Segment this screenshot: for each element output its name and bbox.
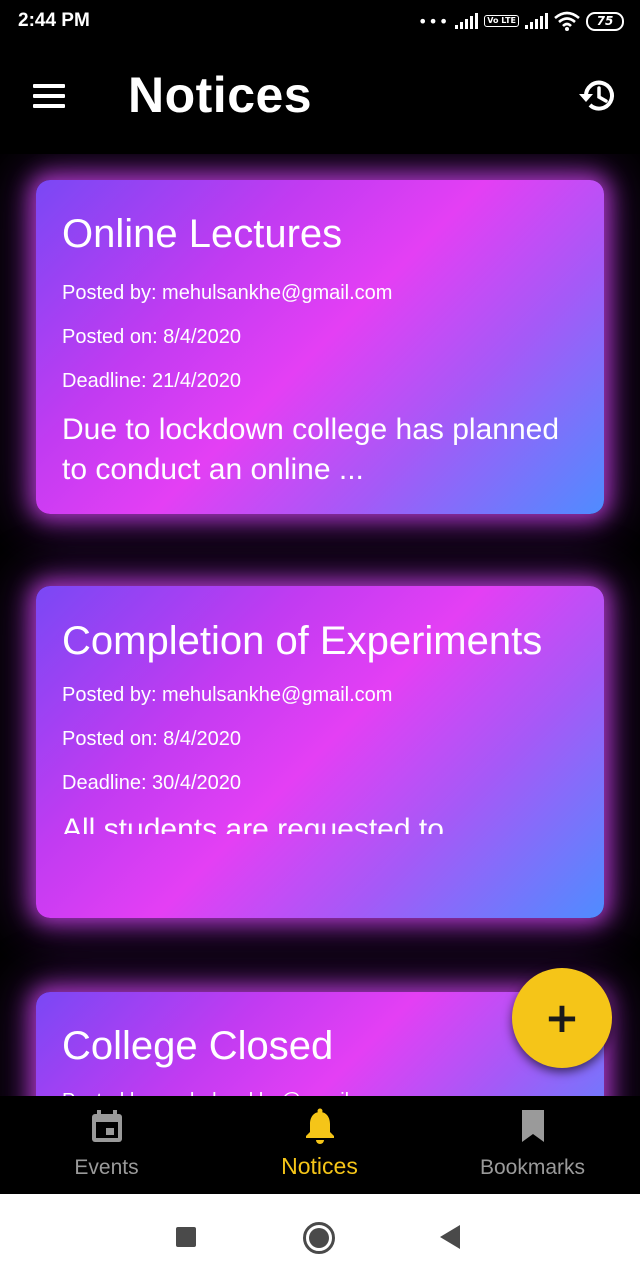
notice-description: All students are requested to [62,813,444,834]
bookmark-icon [521,1110,544,1142]
status-icons: ••• Vo LTE 75 [418,11,624,31]
circle-home-icon[interactable] [302,1221,336,1255]
status-bar: 2:44 PM ••• Vo LTE 75 [0,0,640,44]
notification-dots: ••• [417,11,450,31]
nav-item-notices[interactable]: Notices [213,1096,426,1194]
nav-item-events[interactable]: Events [0,1096,213,1194]
notice-deadline: Deadline: 21/4/2020 [62,370,242,392]
wifi-icon [554,11,580,31]
notice-posted-on: Posted on: 8/4/2020 [62,326,242,348]
bell-icon [305,1108,334,1144]
notice-deadline: Deadline: 30/4/2020 [62,772,242,794]
add-icon: + [544,993,580,1042]
square-recents-icon[interactable] [175,1226,197,1248]
notice-description: Due to lockdown college has planned to c… [62,413,560,486]
history-icon[interactable] [578,76,618,116]
notices-list[interactable]: Online Lectures Posted by: mehulsankhe@g… [0,154,640,1096]
battery-icon: 75 [586,11,624,31]
notice-posted-by: Posted by: mehulsankhe@gmail.com [62,684,393,706]
bottom-navigation: Events Notices Bookmarks [0,1096,640,1194]
notice-title: College Closed [62,1024,334,1068]
notice-title: Completion of Experiments [62,619,543,663]
nav-label-notices: Notices [281,1153,358,1179]
page-title: Notices [128,67,313,123]
app-bar: Notices [0,44,640,154]
hamburger-menu-icon[interactable] [30,82,70,112]
notice-posted-by: Posted by: mehulsankhe@gmail.com [62,282,393,304]
signal-icon-2 [525,13,548,29]
notice-posted-by: Posted by: mehulsankhe@gmail.com [62,1088,578,1096]
notice-card[interactable]: Completion of Experiments Posted by: meh… [36,586,604,918]
notice-card[interactable]: Online Lectures Posted by: mehulsankhe@g… [36,180,604,514]
add-notice-button[interactable]: + [512,968,612,1068]
system-navigation-bar [0,1194,640,1280]
triangle-back-icon[interactable] [438,1224,462,1250]
signal-icon [455,13,479,29]
nav-label-bookmarks: Bookmarks [479,1156,586,1179]
status-time: 2:44 PM [18,10,90,31]
volte-icon: Vo LTE [484,15,519,27]
nav-item-bookmarks[interactable]: Bookmarks [426,1096,639,1194]
notice-title: Online Lectures [62,212,343,256]
calendar-icon [91,1110,122,1142]
notice-posted-on: Posted on: 8/4/2020 [62,728,242,750]
nav-label-events: Events [74,1156,139,1179]
